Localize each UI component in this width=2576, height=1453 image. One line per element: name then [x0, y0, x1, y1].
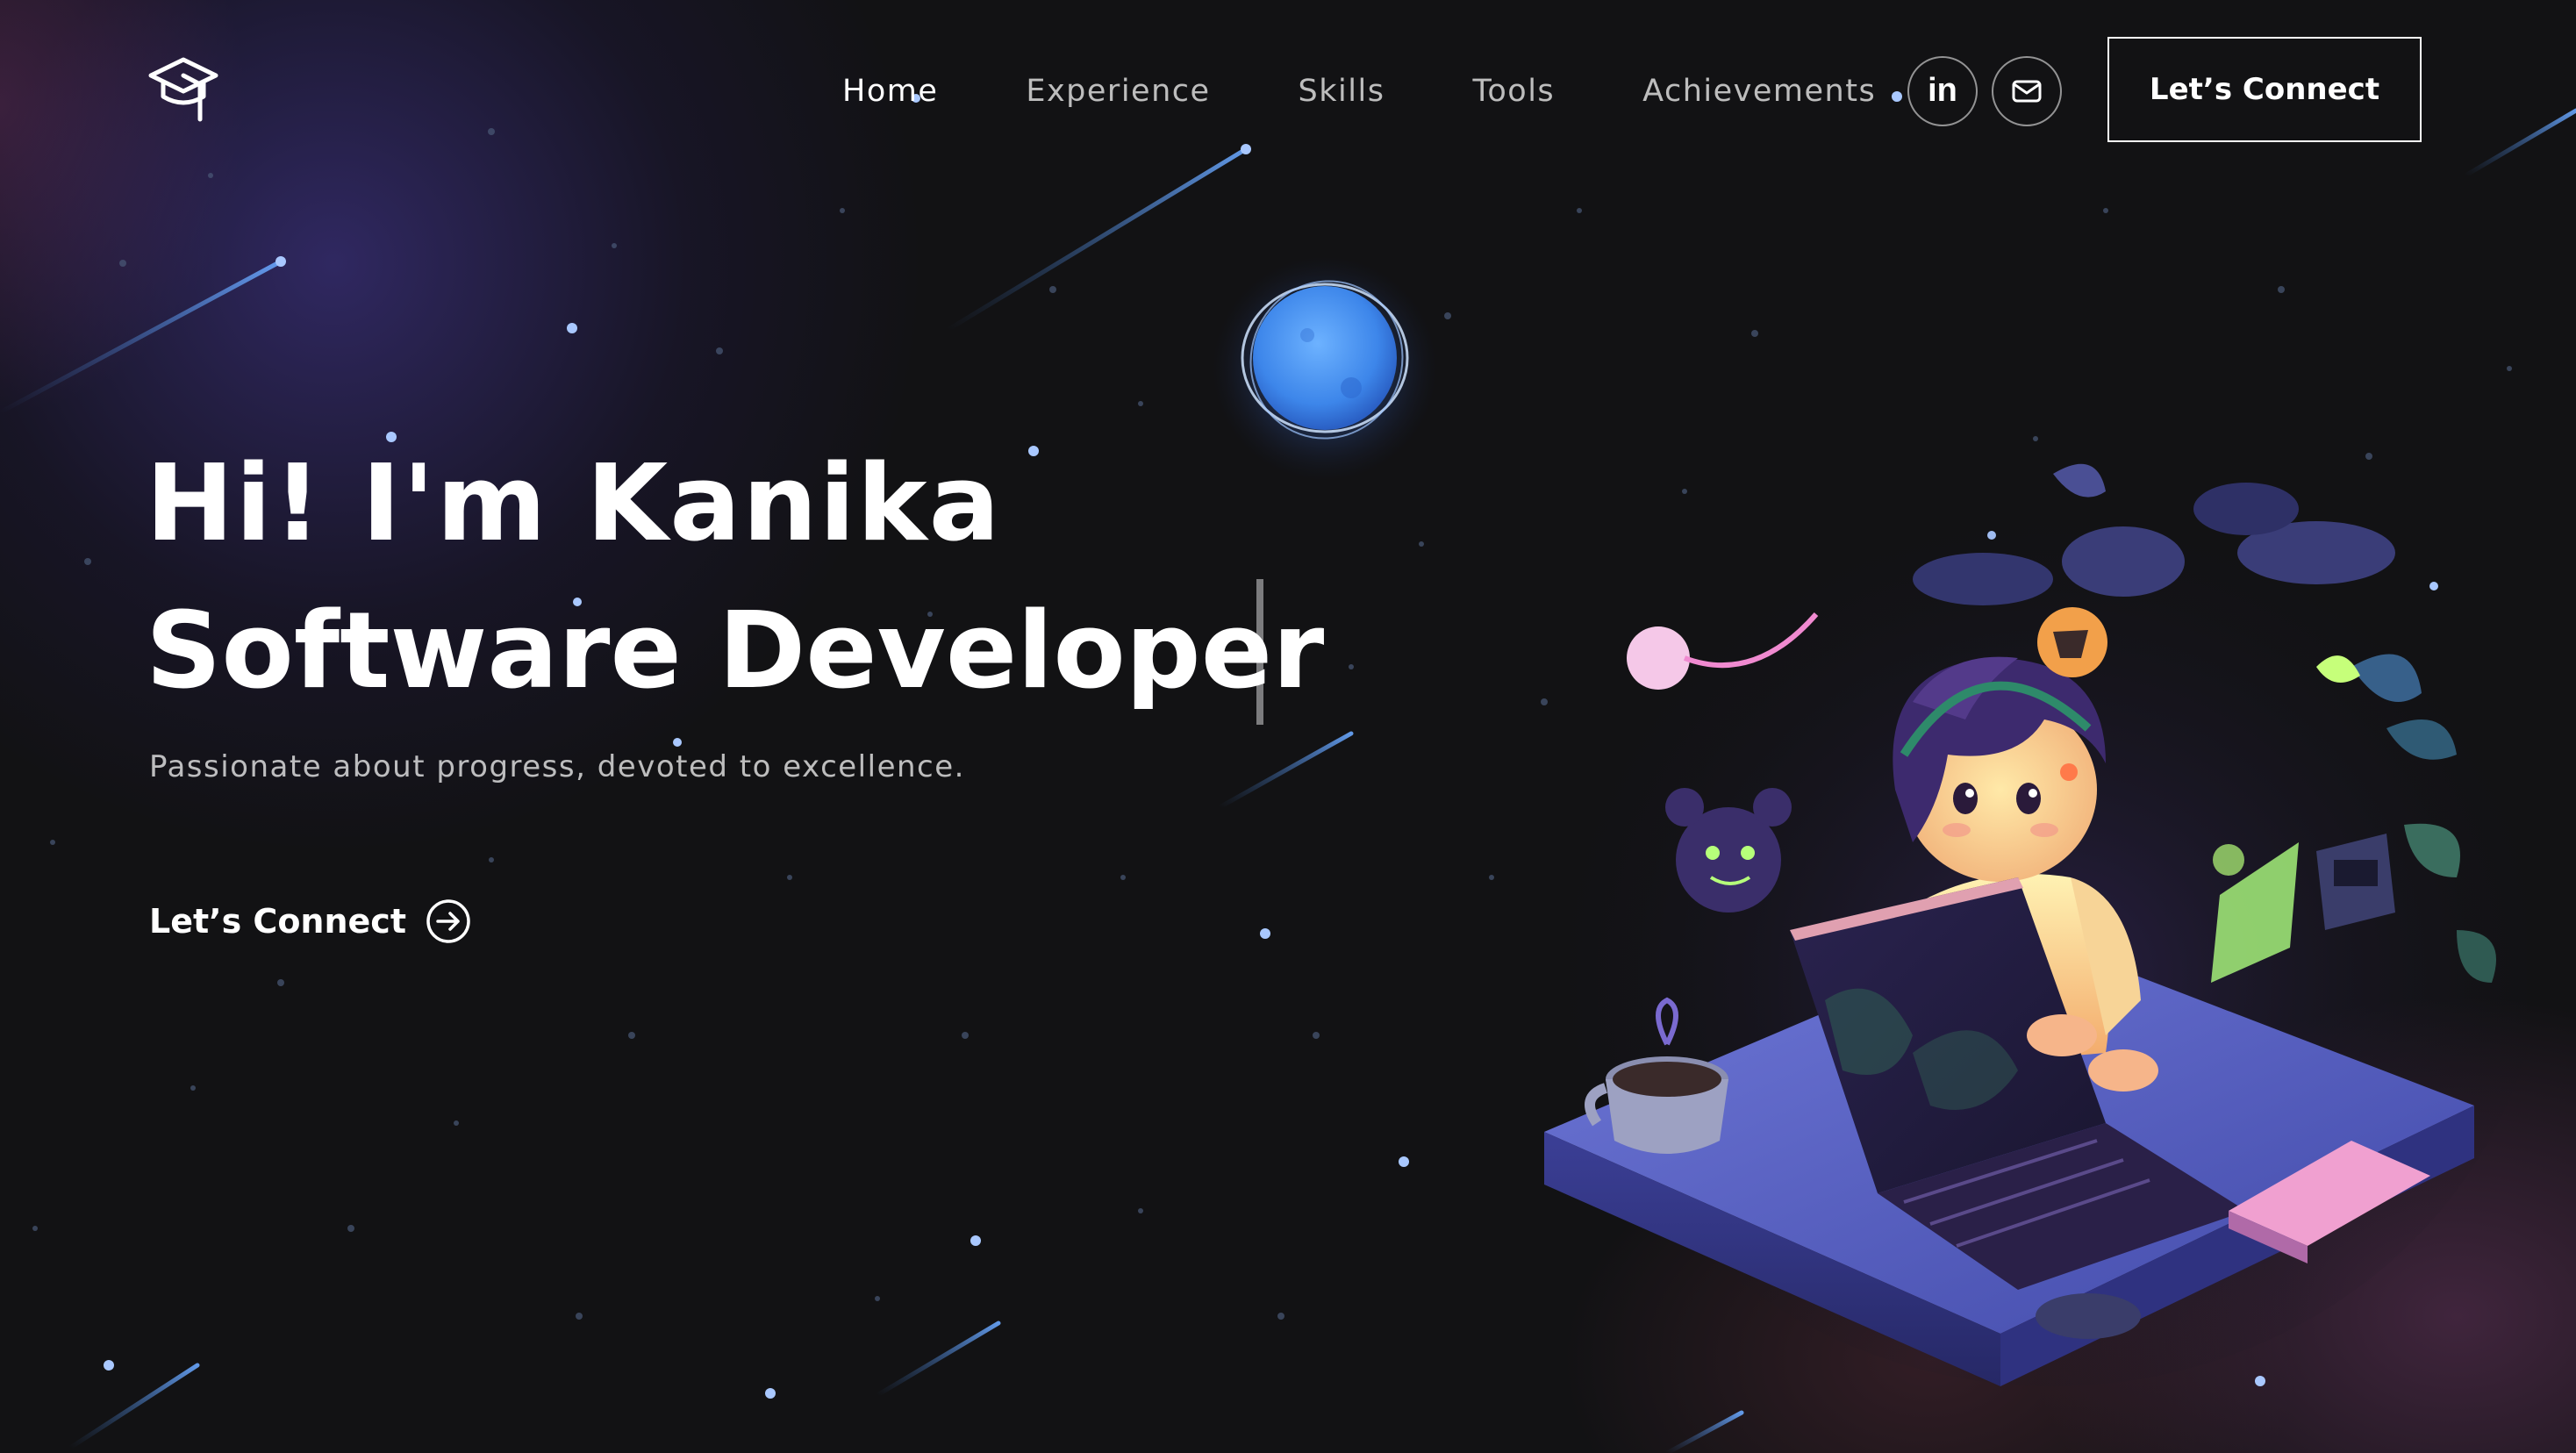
hero-connect-link[interactable]: Let’s Connect	[149, 898, 471, 944]
nav-link-experience[interactable]: Experience	[1026, 67, 1210, 116]
developer-illustration	[1544, 463, 2527, 1386]
lets-connect-button[interactable]: Let’s Connect	[2107, 37, 2422, 142]
mail-icon	[2012, 80, 2042, 103]
hero-role-typing: Software Developer	[146, 591, 1325, 712]
nav-link-home[interactable]: Home	[842, 67, 938, 116]
nav-link-skills[interactable]: Skills	[1299, 67, 1385, 116]
nav-link-achievements[interactable]: Achievements	[1642, 67, 1876, 116]
hero-greeting: Hi! I'm Kanika	[146, 443, 1002, 565]
moon-graphic	[1213, 256, 1437, 481]
email-button[interactable]	[1992, 56, 2062, 126]
nav-link-tools[interactable]: Tools	[1472, 67, 1555, 116]
typing-caret	[1256, 579, 1263, 725]
arrow-right-circle-icon	[426, 899, 470, 943]
hero-tagline: Passionate about progress, devoted to ex…	[149, 749, 965, 784]
graduation-cap-icon[interactable]	[146, 49, 221, 125]
nav-links: Home Experience Skills Tools Achievement…	[842, 67, 1876, 116]
page: Home Experience Skills Tools Achievement…	[0, 0, 2576, 1453]
hero-connect-label: Let’s Connect	[149, 902, 406, 941]
top-navigation: Home Experience Skills Tools Achievement…	[0, 0, 2576, 184]
linkedin-button[interactable]: in	[1907, 56, 1978, 126]
linkedin-icon: in	[1928, 72, 1957, 109]
mouse-device	[2036, 1293, 2141, 1339]
